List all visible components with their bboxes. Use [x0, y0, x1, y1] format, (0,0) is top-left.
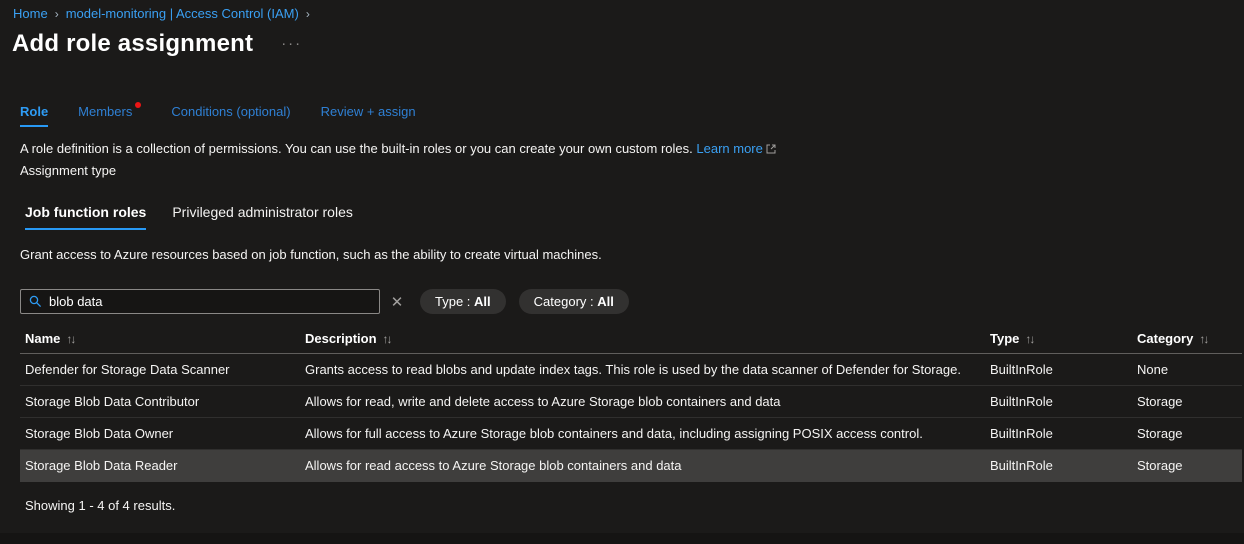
cell-category: Storage [1132, 394, 1242, 409]
tab-review-assign-label: Review + assign [321, 104, 416, 119]
members-alert-dot-icon [135, 102, 141, 108]
cell-name: Storage Blob Data Reader [20, 458, 300, 473]
intro-text: A role definition is a collection of per… [20, 141, 693, 156]
role-category-subtabs: Job function roles Privileged administra… [25, 204, 1244, 230]
cell-name: Defender for Storage Data Scanner [20, 362, 300, 377]
external-link-icon [766, 142, 776, 157]
roles-table: Name ↑↓ Description ↑↓ Type ↑↓ Category ↑↓ D… [20, 324, 1242, 482]
breadcrumb-separator-icon: › [306, 7, 310, 21]
cell-type: BuiltInRole [985, 458, 1132, 473]
column-header-type[interactable]: Type ↑↓ [985, 331, 1132, 346]
assignment-type-label: Assignment type [20, 163, 1244, 178]
learn-more-link[interactable]: Learn more [696, 141, 762, 156]
breadcrumb-separator-icon: › [55, 7, 59, 21]
tab-role[interactable]: Role [20, 104, 48, 127]
subtab-privileged-admin-roles[interactable]: Privileged administrator roles [172, 204, 353, 230]
search-input[interactable] [49, 294, 371, 309]
cell-type: BuiltInRole [985, 426, 1132, 441]
filter-category-value: All [597, 294, 614, 309]
column-header-name-label: Name [25, 331, 60, 346]
tab-review-assign[interactable]: Review + assign [321, 104, 416, 127]
filter-category-label: Category [534, 294, 587, 309]
breadcrumb: Home › model-monitoring | Access Control… [0, 0, 1244, 21]
add-role-assignment-page: Home › model-monitoring | Access Control… [0, 0, 1244, 544]
column-header-type-label: Type [990, 331, 1019, 346]
column-header-description-label: Description [305, 331, 377, 346]
table-row-storage-blob-data-contributor[interactable]: Storage Blob Data Contributor Allows for… [20, 386, 1242, 418]
sort-icon: ↑↓ [1199, 332, 1207, 346]
filter-type-label: Type [435, 294, 463, 309]
search-icon [29, 295, 42, 308]
cell-description: Grants access to read blobs and update i… [300, 362, 985, 377]
column-header-category-label: Category [1137, 331, 1193, 346]
sort-icon: ↑↓ [383, 332, 391, 346]
sort-icon: ↑↓ [66, 332, 74, 346]
cell-type: BuiltInRole [985, 394, 1132, 409]
cell-description: Allows for read access to Azure Storage … [300, 458, 985, 473]
cell-category: Storage [1132, 426, 1242, 441]
search-filter-row: ✕ Type : All Category : All [20, 289, 1244, 314]
grant-access-description: Grant access to Azure resources based on… [20, 247, 1244, 262]
page-title: Add role assignment [12, 30, 253, 58]
table-header-row: Name ↑↓ Description ↑↓ Type ↑↓ Category ↑↓ [20, 324, 1242, 354]
breadcrumb-resource-link[interactable]: model-monitoring | Access Control (IAM) [66, 6, 299, 21]
column-header-name[interactable]: Name ↑↓ [20, 331, 300, 346]
cell-name: Storage Blob Data Contributor [20, 394, 300, 409]
tab-members-label: Members [78, 104, 132, 119]
title-row: Add role assignment ··· [12, 30, 1244, 58]
cell-name: Storage Blob Data Owner [20, 426, 300, 441]
table-row-storage-blob-data-reader[interactable]: Storage Blob Data Reader Allows for read… [20, 450, 1242, 482]
filter-separator: : [586, 294, 597, 309]
filter-type-value: All [474, 294, 491, 309]
subtab-privileged-admin-roles-label: Privileged administrator roles [172, 204, 353, 220]
table-body: Defender for Storage Data Scanner Grants… [20, 354, 1242, 482]
table-row-storage-blob-data-owner[interactable]: Storage Blob Data Owner Allows for full … [20, 418, 1242, 450]
breadcrumb-home-link[interactable]: Home [13, 6, 48, 21]
column-header-description[interactable]: Description ↑↓ [300, 331, 985, 346]
column-header-category[interactable]: Category ↑↓ [1132, 331, 1242, 346]
wizard-tabs: Role Members Conditions (optional) Revie… [20, 104, 1244, 127]
role-definition-intro: A role definition is a collection of per… [20, 141, 1244, 157]
cell-description: Allows for read, write and delete access… [300, 394, 985, 409]
table-row-defender-storage-data-scanner[interactable]: Defender for Storage Data Scanner Grants… [20, 354, 1242, 386]
subtab-job-function-roles[interactable]: Job function roles [25, 204, 146, 230]
clear-search-button[interactable]: ✕ [387, 293, 407, 311]
filter-separator: : [463, 294, 474, 309]
search-input-wrapper[interactable] [20, 289, 380, 314]
sort-icon: ↑↓ [1025, 332, 1033, 346]
bottom-edge-strip [0, 533, 1244, 544]
cell-category: None [1132, 362, 1242, 377]
filter-type-pill[interactable]: Type : All [420, 289, 506, 314]
tab-conditions-label: Conditions (optional) [171, 104, 290, 119]
cell-type: BuiltInRole [985, 362, 1132, 377]
tab-members[interactable]: Members [78, 104, 141, 127]
cell-category: Storage [1132, 458, 1242, 473]
tab-conditions[interactable]: Conditions (optional) [171, 104, 290, 127]
filter-category-pill[interactable]: Category : All [519, 289, 629, 314]
subtab-job-function-roles-label: Job function roles [25, 204, 146, 220]
tab-role-label: Role [20, 104, 48, 119]
results-count-text: Showing 1 - 4 of 4 results. [25, 498, 1244, 513]
more-options-button[interactable]: ··· [281, 39, 302, 49]
cell-description: Allows for full access to Azure Storage … [300, 426, 985, 441]
